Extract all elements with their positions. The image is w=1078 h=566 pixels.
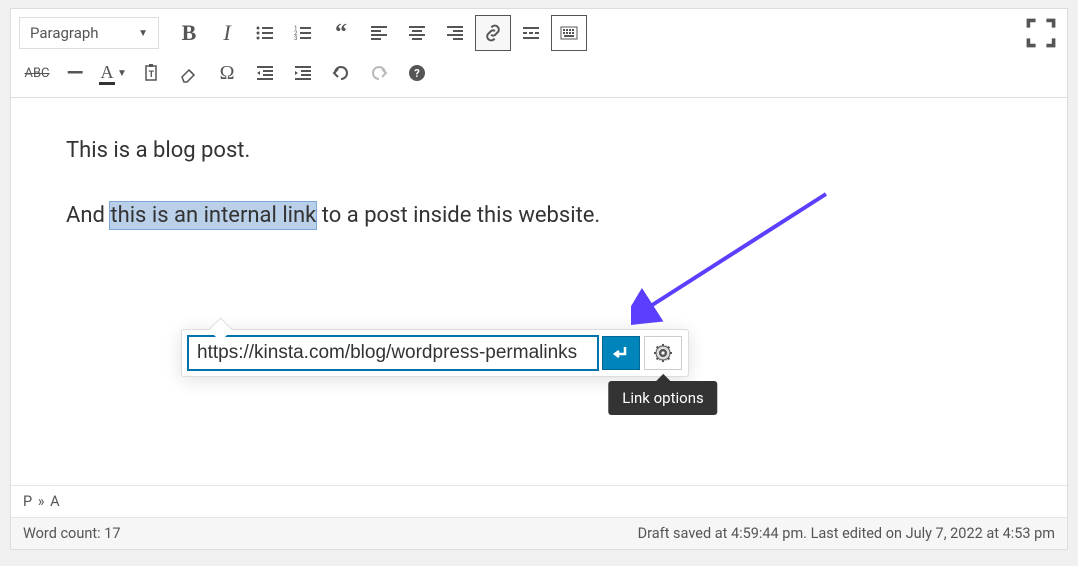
undo-button[interactable] xyxy=(323,55,359,91)
clear-formatting-button[interactable] xyxy=(171,55,207,91)
align-right-button[interactable] xyxy=(437,15,473,51)
align-left-button[interactable] xyxy=(361,15,397,51)
content-paragraph-1[interactable]: This is a blog post. xyxy=(66,138,1012,163)
paragraph-text: This is a blog post. xyxy=(66,138,250,163)
bold-button[interactable]: B xyxy=(171,15,207,51)
tooltip-text: Link options xyxy=(622,389,703,407)
redo-button[interactable] xyxy=(361,55,397,91)
paragraph-text-post: to a post inside this website. xyxy=(316,203,600,228)
chevron-down-icon: ▼ xyxy=(138,28,148,39)
svg-text:3: 3 xyxy=(294,35,297,42)
undo-icon xyxy=(331,63,351,83)
read-more-icon xyxy=(521,23,541,43)
paragraph-text-pre: And xyxy=(66,203,110,228)
list-ol-icon: 123 xyxy=(293,23,313,43)
link-editor-popup: Link options xyxy=(181,329,689,377)
indent-button[interactable] xyxy=(285,55,321,91)
horizontal-rule-button[interactable]: — xyxy=(57,55,93,91)
align-center-button[interactable] xyxy=(399,15,435,51)
keyboard-shortcuts-button[interactable]: ? xyxy=(399,55,435,91)
save-status: Draft saved at 4:59:44 pm. Last edited o… xyxy=(638,525,1055,542)
element-path[interactable]: P » A xyxy=(23,493,61,510)
block-format-select[interactable]: Paragraph ▼ xyxy=(19,17,159,49)
italic-button[interactable]: I xyxy=(209,15,245,51)
insert-more-button[interactable] xyxy=(513,15,549,51)
link-icon xyxy=(483,23,503,43)
gear-icon xyxy=(653,343,673,363)
link-url-input[interactable] xyxy=(188,336,598,370)
apply-link-button[interactable] xyxy=(602,336,640,370)
toolbar: Paragraph ▼ B I 123 “ xyxy=(11,9,1067,98)
element-path-row: P » A xyxy=(11,486,1067,518)
toolbar-toggle-button[interactable] xyxy=(551,15,587,51)
clipboard-icon: T xyxy=(141,63,161,83)
status-row: Word count: 17 Draft saved at 4:59:44 pm… xyxy=(11,518,1067,549)
toolbar-row-2: ABC — A ▼ T Ω xyxy=(19,53,1059,93)
word-count: Word count: 17 xyxy=(23,525,120,542)
toolbar-row-1: Paragraph ▼ B I 123 “ xyxy=(19,13,1059,53)
help-icon: ? xyxy=(407,63,427,83)
eraser-icon xyxy=(179,63,199,83)
list-ul-icon xyxy=(255,23,275,43)
fullscreen-button[interactable] xyxy=(1023,15,1059,51)
align-center-icon xyxy=(407,23,427,43)
svg-text:T: T xyxy=(149,70,155,80)
fullscreen-icon xyxy=(1023,15,1059,51)
editor-container: Paragraph ▼ B I 123 “ xyxy=(10,8,1068,550)
special-character-button[interactable]: Ω xyxy=(209,55,245,91)
editor-footer: P » A Word count: 17 Draft saved at 4:59… xyxy=(11,485,1067,549)
content-paragraph-2[interactable]: And this is an internal link to a post i… xyxy=(66,203,1012,228)
svg-text:?: ? xyxy=(414,67,420,80)
redo-icon xyxy=(369,63,389,83)
strikethrough-button[interactable]: ABC xyxy=(19,55,55,91)
block-format-label: Paragraph xyxy=(30,24,99,42)
link-options-button[interactable]: Link options xyxy=(644,336,682,370)
outdent-button[interactable] xyxy=(247,55,283,91)
outdent-icon xyxy=(255,63,275,83)
keyboard-icon xyxy=(559,23,579,43)
editor-content[interactable]: This is a blog post. And this is an inte… xyxy=(11,98,1067,485)
blockquote-button[interactable]: “ xyxy=(323,15,359,51)
numbered-list-button[interactable]: 123 xyxy=(285,15,321,51)
indent-icon xyxy=(293,63,313,83)
insert-link-button[interactable] xyxy=(475,15,511,51)
align-left-icon xyxy=(369,23,389,43)
align-right-icon xyxy=(445,23,465,43)
link-options-tooltip: Link options xyxy=(608,381,717,415)
bulleted-list-button[interactable] xyxy=(247,15,283,51)
selected-link-text[interactable]: this is an internal link xyxy=(110,202,316,229)
text-color-button[interactable]: A ▼ xyxy=(95,55,131,91)
enter-icon xyxy=(611,343,631,363)
paste-as-text-button[interactable]: T xyxy=(133,55,169,91)
